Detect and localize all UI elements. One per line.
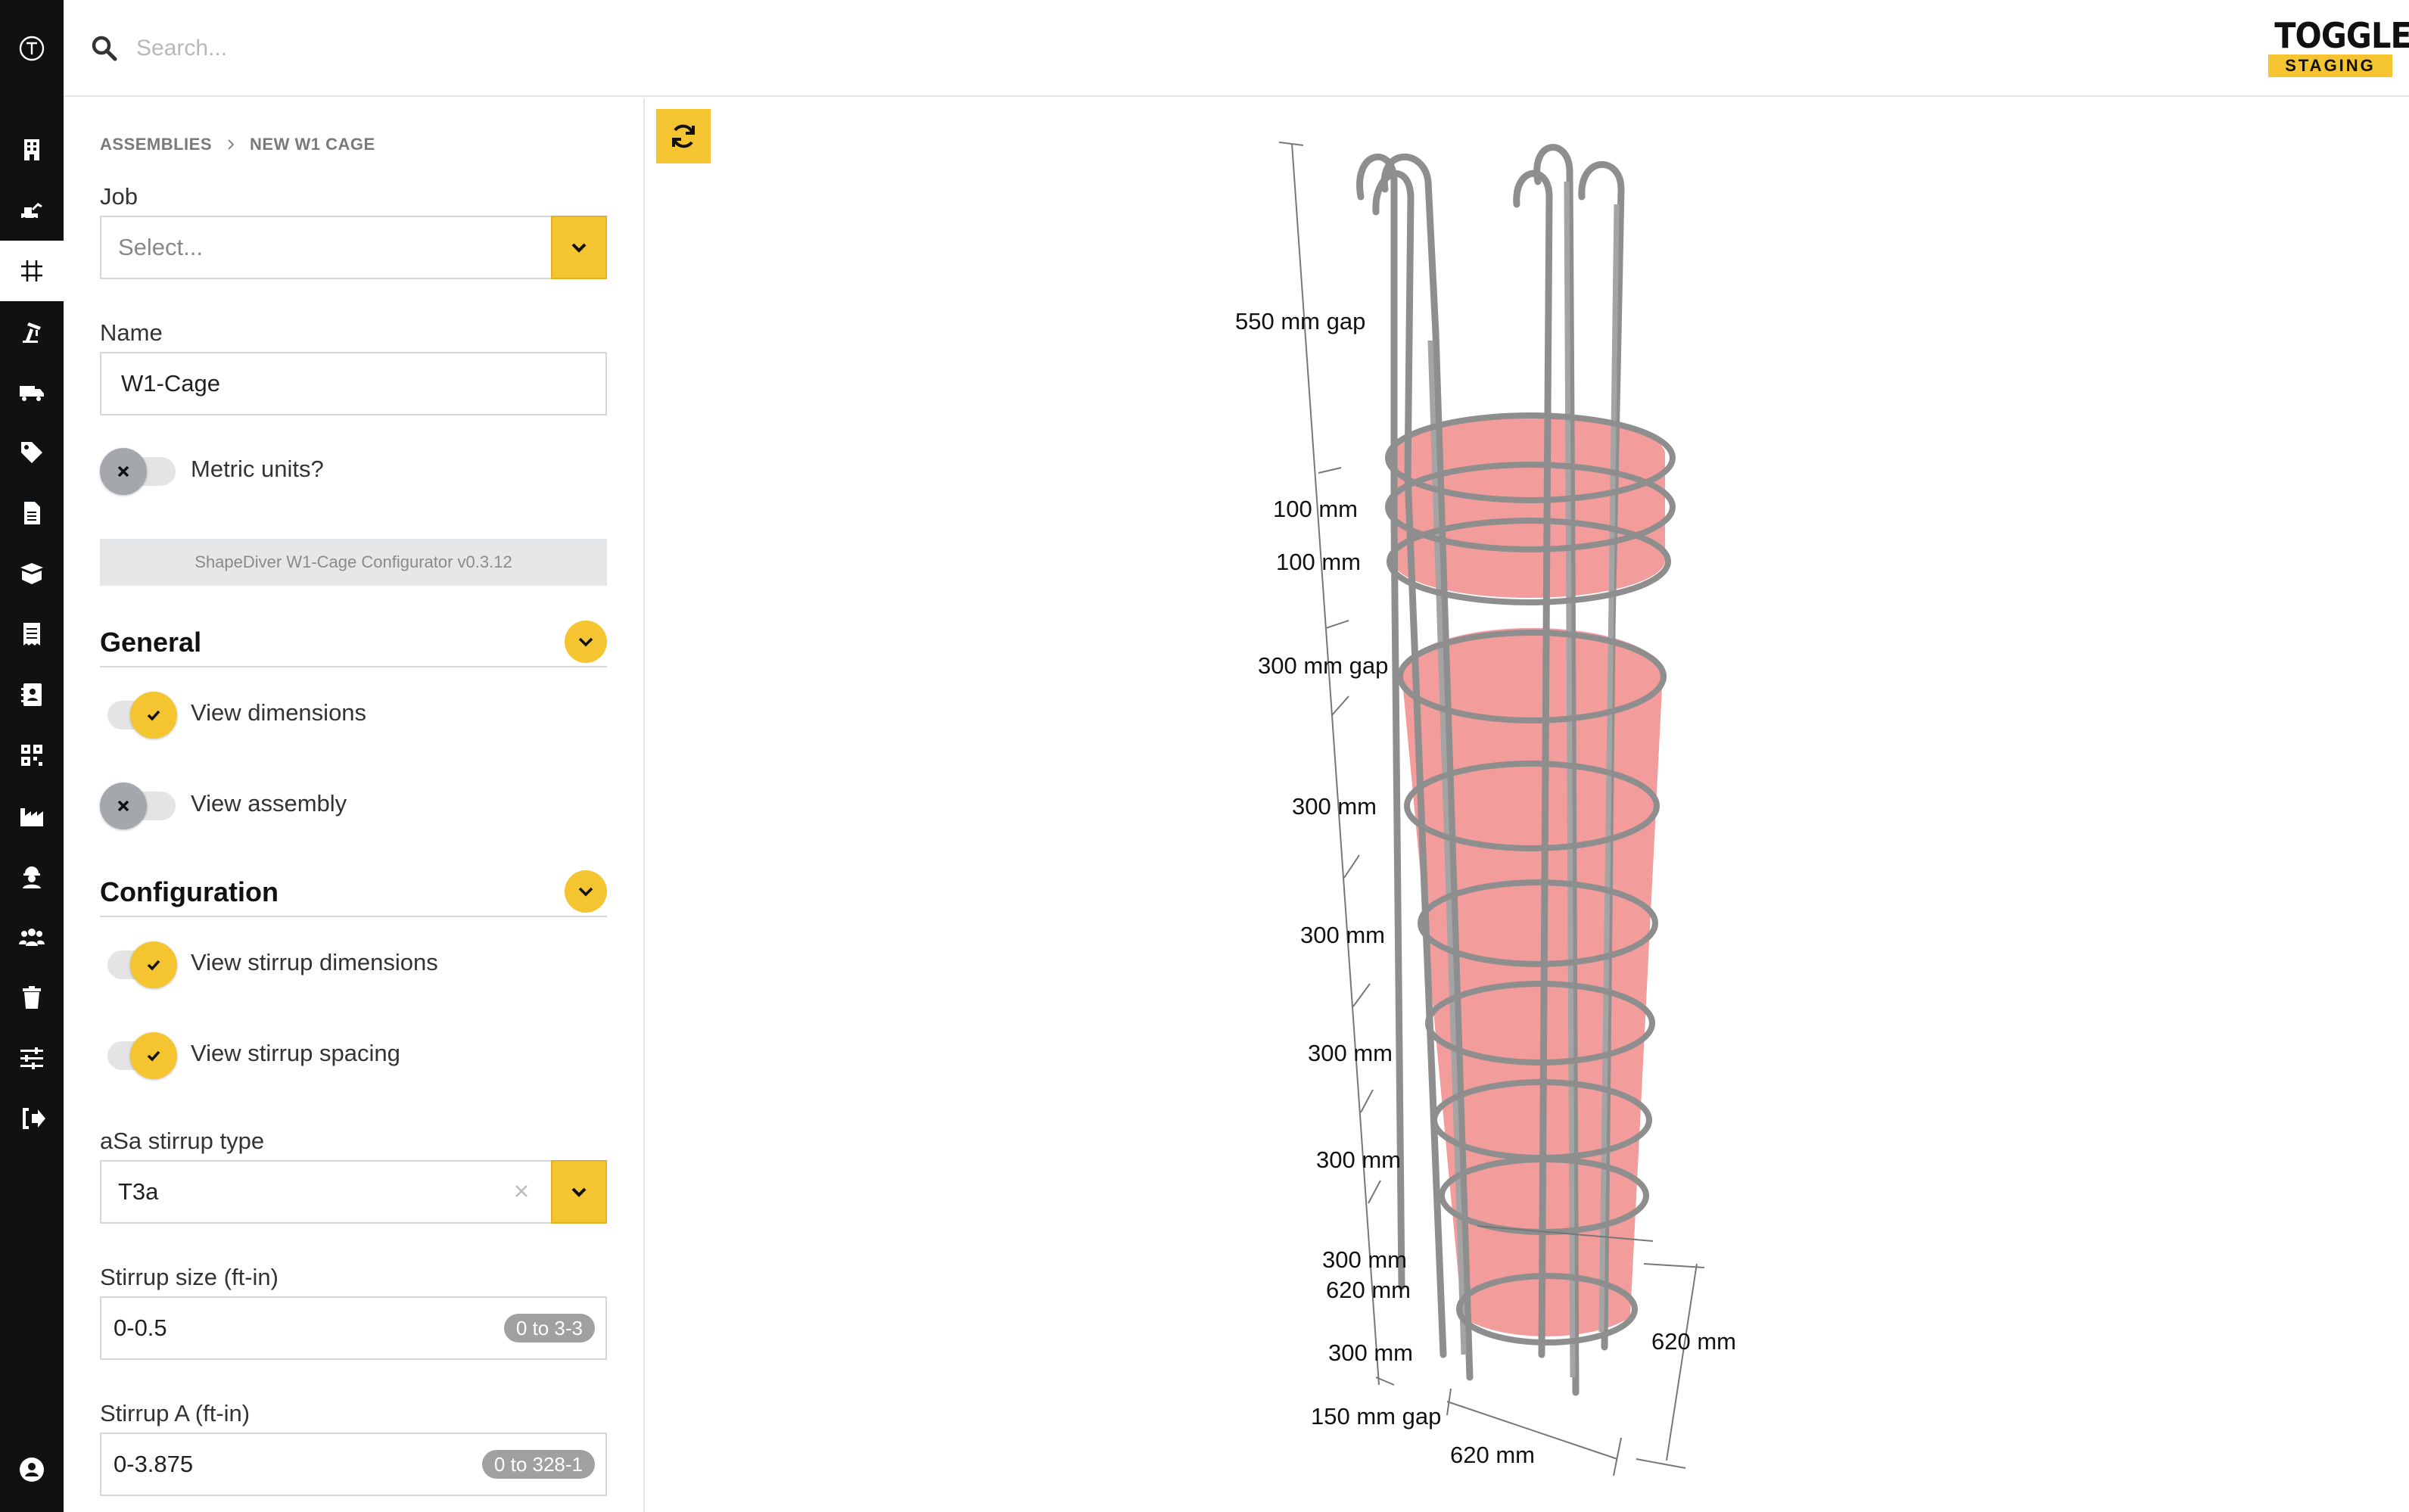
dim-top-gap: 550 mm gap bbox=[1235, 308, 1365, 334]
stirrup-a-value: 0-3.875 bbox=[114, 1451, 194, 1477]
chevron-down-icon bbox=[578, 637, 593, 647]
truck-icon[interactable] bbox=[0, 362, 64, 422]
contact-card-icon[interactable] bbox=[0, 664, 64, 725]
dim-first-spacing: 100 mm bbox=[1273, 496, 1358, 522]
check-icon bbox=[147, 960, 160, 971]
job-dropdown-button[interactable] bbox=[551, 216, 607, 279]
chevron-down-icon bbox=[571, 1187, 587, 1197]
factory-icon[interactable] bbox=[0, 786, 64, 846]
trash-icon[interactable] bbox=[0, 967, 64, 1028]
crane-icon[interactable] bbox=[0, 301, 64, 362]
refresh-icon bbox=[672, 124, 695, 148]
brand-logo[interactable]: TOGGLE STAGING bbox=[2268, 15, 2409, 79]
stirrup-type-value: T3a bbox=[118, 1178, 159, 1205]
dim-second-spacing: 100 mm bbox=[1276, 549, 1361, 575]
dim-spacing-6: 300 mm bbox=[1328, 1339, 1413, 1366]
sliders-icon[interactable] bbox=[0, 1028, 64, 1088]
view-stirrup-dimensions-toggle[interactable] bbox=[100, 941, 177, 988]
dim-spacing-2: 300 mm bbox=[1300, 922, 1385, 948]
dim-spacing-5: 300 mm bbox=[1322, 1246, 1407, 1273]
dim-spacing-4: 300 mm bbox=[1316, 1146, 1401, 1173]
grid-icon[interactable] bbox=[0, 241, 64, 301]
dim-spacing-1: 300 mm bbox=[1292, 793, 1377, 820]
job-label: Job bbox=[100, 183, 138, 210]
view-stirrup-spacing-toggle[interactable] bbox=[100, 1032, 177, 1079]
document-icon[interactable] bbox=[0, 483, 64, 543]
dim-mid-gap: 300 mm gap bbox=[1258, 652, 1388, 679]
brand-name: TOGGLE bbox=[2274, 15, 2409, 56]
worker-icon[interactable] bbox=[0, 846, 64, 907]
configuration-section-title: Configuration bbox=[100, 876, 279, 907]
configuration-collapse-button[interactable] bbox=[565, 870, 607, 913]
breadcrumb-assemblies[interactable]: ASSEMBLIES bbox=[100, 135, 212, 154]
refresh-model-button[interactable] bbox=[656, 109, 711, 163]
metric-units-label: Metric units? bbox=[191, 456, 324, 482]
metric-units-toggle[interactable] bbox=[100, 448, 176, 495]
tag-icon[interactable] bbox=[0, 422, 64, 483]
stirrup-a-range-badge: 0 to 328-1 bbox=[481, 1450, 595, 1479]
view-dimensions-label: View dimensions bbox=[191, 699, 367, 726]
stirrup-size-range-badge: 0 to 3-3 bbox=[503, 1314, 595, 1342]
qr-code-icon[interactable] bbox=[0, 725, 64, 786]
stirrup-size-label: Stirrup size (ft-in) bbox=[100, 1264, 279, 1290]
model-viewer[interactable]: 550 mm gap 100 mm 100 mm 300 mm gap 300 … bbox=[645, 98, 2409, 1512]
search-icon bbox=[92, 36, 117, 61]
top-bar: TOGGLE STAGING bbox=[64, 0, 2409, 97]
dim-right-diameter: 620 mm bbox=[1651, 1328, 1736, 1355]
rebar-cage-model[interactable]: 550 mm gap 100 mm 100 mm 300 mm gap 300 … bbox=[645, 98, 2409, 1512]
job-select[interactable]: Select... bbox=[100, 216, 607, 279]
building-icon[interactable] bbox=[0, 120, 64, 180]
toggle-logo-icon[interactable] bbox=[0, 18, 64, 79]
clear-icon[interactable] bbox=[510, 1180, 533, 1202]
job-select-value: Select... bbox=[118, 234, 203, 260]
stirrup-size-input[interactable]: 0-0.5 0 to 3-3 bbox=[100, 1296, 607, 1360]
chevron-down-icon bbox=[578, 887, 593, 897]
stirrup-type-label: aSa stirrup type bbox=[100, 1128, 265, 1154]
environment-badge: STAGING bbox=[2268, 54, 2392, 77]
view-stirrup-spacing-label: View stirrup spacing bbox=[191, 1040, 400, 1066]
name-label: Name bbox=[100, 319, 163, 346]
receipt-icon[interactable] bbox=[0, 604, 64, 664]
search-input[interactable] bbox=[136, 26, 817, 71]
stirrup-size-value: 0-0.5 bbox=[114, 1314, 167, 1341]
stirrup-type-dropdown-button[interactable] bbox=[551, 1160, 607, 1224]
chevron-down-icon bbox=[571, 243, 587, 253]
icon-rail bbox=[0, 0, 64, 1512]
check-icon bbox=[147, 710, 160, 721]
dim-inner-diameter: 620 mm bbox=[1326, 1277, 1411, 1303]
check-icon bbox=[147, 1050, 160, 1062]
x-icon bbox=[117, 800, 129, 812]
view-stirrup-dimensions-label: View stirrup dimensions bbox=[191, 949, 438, 975]
name-input-value: W1-Cage bbox=[121, 370, 220, 397]
breadcrumb-current: NEW W1 CAGE bbox=[250, 135, 375, 154]
stirrup-type-select[interactable]: T3a bbox=[100, 1160, 607, 1224]
breadcrumb: ASSEMBLIES NEW W1 CAGE bbox=[100, 135, 375, 154]
configuration-section-header[interactable]: Configuration bbox=[100, 870, 607, 917]
configurator-version-button[interactable]: ShapeDiver W1-Cage Configurator v0.3.12 bbox=[100, 539, 607, 586]
stirrup-a-label: Stirrup A (ft-in) bbox=[100, 1400, 251, 1426]
dim-bottom-diameter: 620 mm bbox=[1450, 1442, 1535, 1468]
sign-out-icon[interactable] bbox=[0, 1088, 64, 1149]
excavator-icon[interactable] bbox=[0, 180, 64, 241]
stirrup-a-input[interactable]: 0-3.875 0 to 328-1 bbox=[100, 1433, 607, 1496]
dim-bottom-gap: 150 mm gap bbox=[1311, 1403, 1441, 1430]
box-icon[interactable] bbox=[0, 543, 64, 604]
x-icon bbox=[117, 465, 129, 478]
view-dimensions-toggle[interactable] bbox=[100, 692, 177, 739]
assembly-form-panel: ASSEMBLIES NEW W1 CAGE Job Select... Nam… bbox=[64, 98, 645, 1512]
general-section-title: General bbox=[100, 627, 202, 658]
chevron-right-icon bbox=[228, 139, 235, 150]
users-icon[interactable] bbox=[0, 907, 64, 967]
name-input[interactable]: W1-Cage bbox=[100, 352, 607, 415]
account-icon[interactable] bbox=[0, 1439, 64, 1500]
view-assembly-label: View assembly bbox=[191, 790, 347, 817]
dim-spacing-3: 300 mm bbox=[1308, 1040, 1393, 1066]
view-assembly-toggle[interactable] bbox=[100, 782, 176, 829]
general-section-header[interactable]: General bbox=[100, 621, 607, 667]
general-collapse-button[interactable] bbox=[565, 621, 607, 663]
